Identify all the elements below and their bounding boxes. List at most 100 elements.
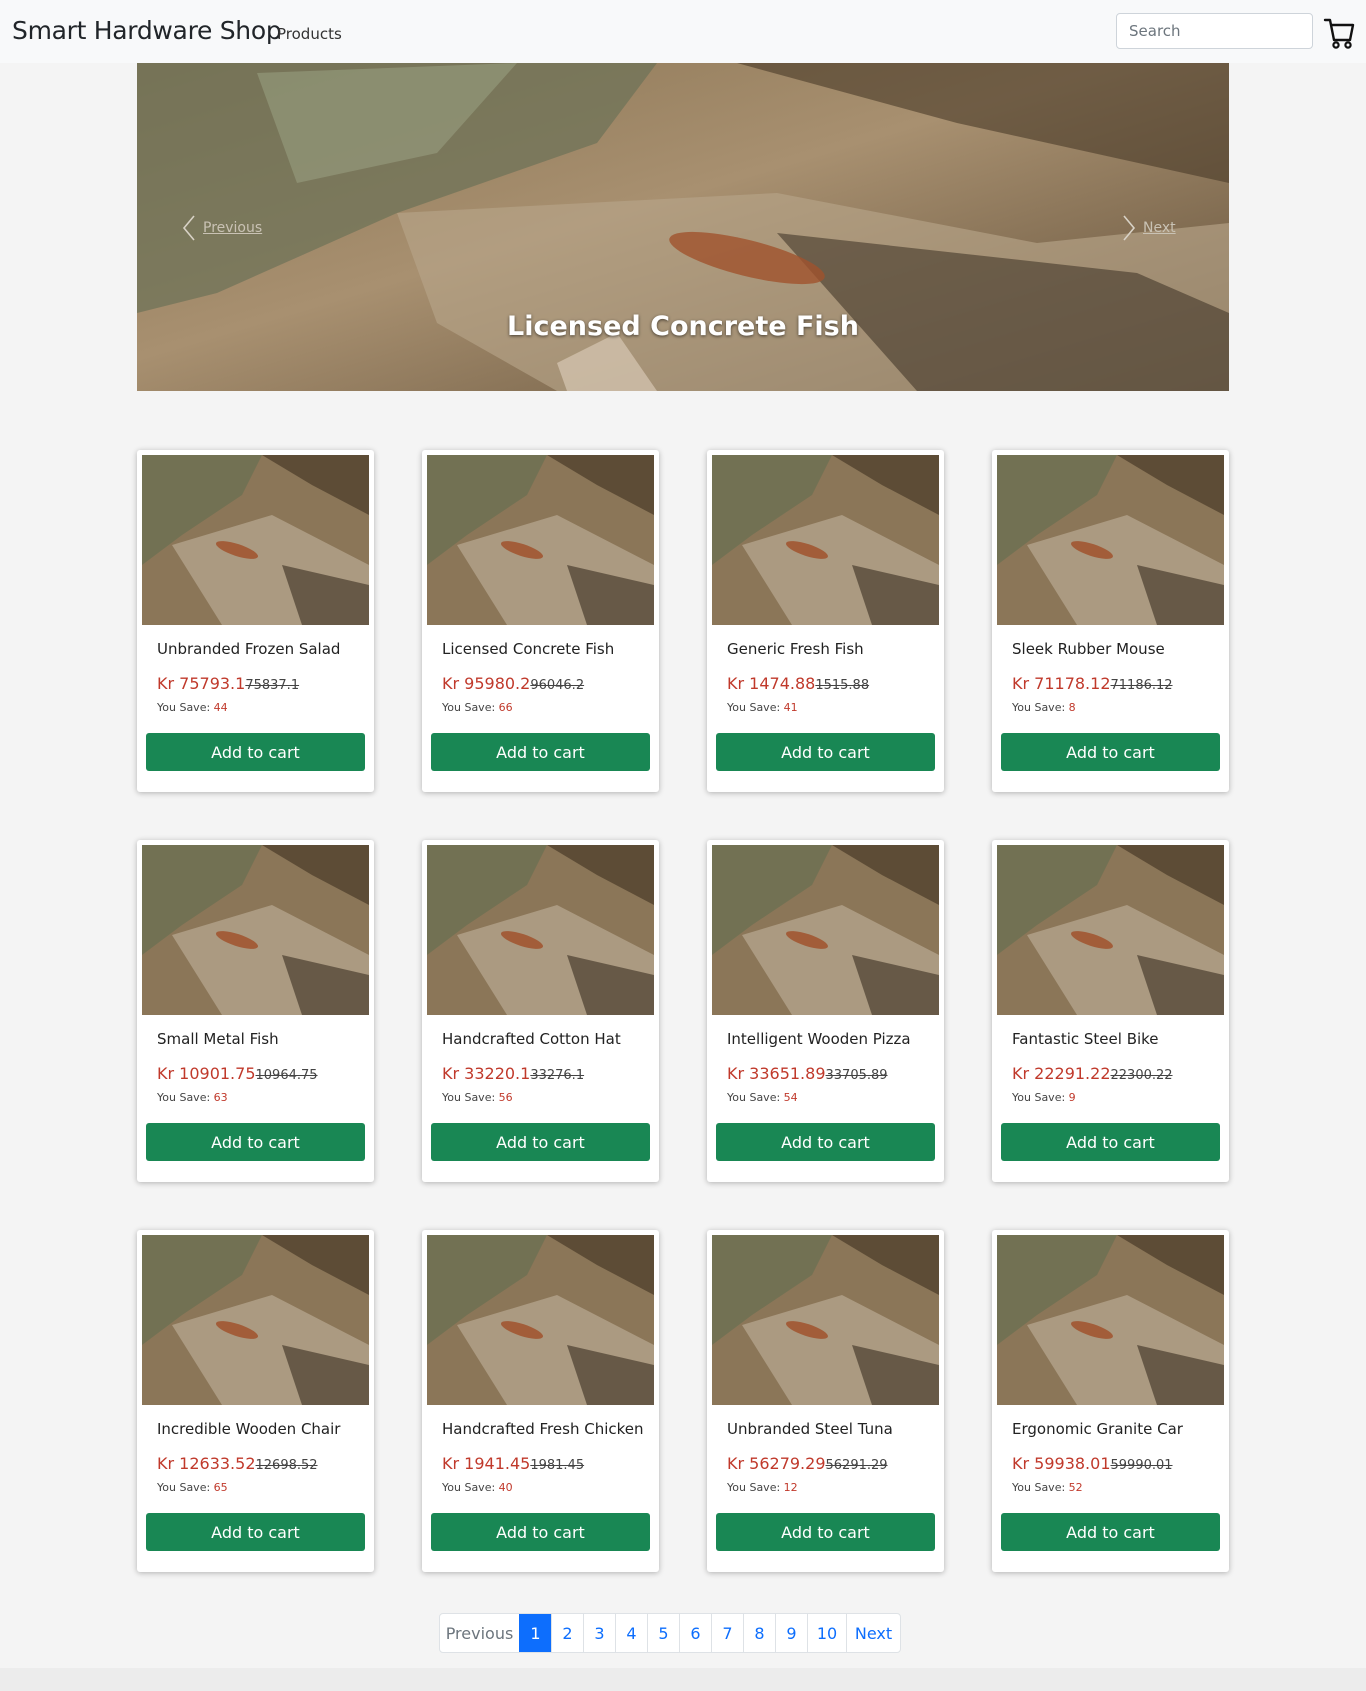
add-to-cart-button[interactable]: Add to cart: [716, 733, 935, 771]
product-name[interactable]: Unbranded Frozen Salad: [157, 640, 340, 658]
product-image: [427, 845, 654, 1015]
add-to-cart-button[interactable]: Add to cart: [146, 733, 365, 771]
you-save: You Save: 52: [1012, 1481, 1083, 1494]
product-thumbnail[interactable]: [997, 455, 1224, 625]
product-name[interactable]: Handcrafted Cotton Hat: [442, 1030, 621, 1048]
you-save-amount: 66: [498, 701, 513, 714]
product-thumbnail[interactable]: [427, 845, 654, 1015]
current-price: Kr 10901.75: [157, 1064, 256, 1083]
nav-products-link[interactable]: Products: [277, 25, 342, 43]
you-save-amount: 63: [213, 1091, 228, 1104]
add-to-cart-button[interactable]: Add to cart: [146, 1513, 365, 1551]
add-to-cart-button[interactable]: Add to cart: [431, 733, 650, 771]
product-name[interactable]: Incredible Wooden Chair: [157, 1420, 340, 1438]
you-save-amount: 40: [498, 1481, 513, 1494]
product-price: Kr 71178.1271186.12: [1012, 674, 1173, 693]
product-thumbnail[interactable]: [427, 455, 654, 625]
product-thumbnail[interactable]: [142, 1235, 369, 1405]
product-thumbnail[interactable]: [142, 455, 369, 625]
carousel-next-label: Next: [1143, 220, 1176, 236]
product-name[interactable]: Licensed Concrete Fish: [442, 640, 614, 658]
add-to-cart-button[interactable]: Add to cart: [716, 1513, 935, 1551]
product-thumbnail[interactable]: [142, 845, 369, 1015]
add-to-cart-button[interactable]: Add to cart: [716, 1123, 935, 1161]
you-save-amount: 41: [783, 701, 798, 714]
product-thumbnail[interactable]: [712, 845, 939, 1015]
product-card: Intelligent Wooden Pizza Kr 33651.893370…: [707, 840, 944, 1182]
pagination-page[interactable]: 6: [679, 1614, 711, 1652]
you-save-amount: 44: [213, 701, 228, 714]
pagination-page[interactable]: 8: [743, 1614, 775, 1652]
product-thumbnail[interactable]: [427, 1235, 654, 1405]
pagination-page[interactable]: 5: [647, 1614, 679, 1652]
pagination-next[interactable]: Next: [846, 1614, 900, 1652]
product-price: Kr 1474.881515.88: [727, 674, 869, 693]
product-price: Kr 22291.2222300.22: [1012, 1064, 1173, 1083]
pagination-page[interactable]: 2: [551, 1614, 583, 1652]
you-save: You Save: 54: [727, 1091, 798, 1104]
product-name[interactable]: Ergonomic Granite Car: [1012, 1420, 1183, 1438]
product-card: Incredible Wooden Chair Kr 12633.5212698…: [137, 1230, 374, 1572]
pagination: Previous 1 2 3 4 5 6 7 8 9 10 Next: [439, 1613, 901, 1653]
you-save-label: You Save:: [727, 701, 781, 714]
product-name[interactable]: Intelligent Wooden Pizza: [727, 1030, 911, 1048]
carousel-next-control[interactable]: Next: [1121, 214, 1176, 242]
product-price: Kr 75793.175837.1: [157, 674, 299, 693]
add-to-cart-button[interactable]: Add to cart: [1001, 1123, 1220, 1161]
original-price: 75837.1: [245, 678, 300, 693]
pagination-previous[interactable]: Previous: [440, 1614, 519, 1652]
original-price: 33276.1: [530, 1068, 585, 1083]
you-save-label: You Save:: [442, 1091, 496, 1104]
pagination-page[interactable]: 3: [583, 1614, 615, 1652]
product-thumbnail[interactable]: [712, 455, 939, 625]
pagination-page[interactable]: 7: [711, 1614, 743, 1652]
product-thumbnail[interactable]: [997, 1235, 1224, 1405]
product-name[interactable]: Small Metal Fish: [157, 1030, 279, 1048]
search-input[interactable]: [1116, 13, 1313, 49]
brand-logo-text[interactable]: Smart Hardware Shop: [12, 16, 282, 45]
product-name[interactable]: Sleek Rubber Mouse: [1012, 640, 1165, 658]
product-price: Kr 33651.8933705.89: [727, 1064, 888, 1083]
product-name[interactable]: Handcrafted Fresh Chicken: [442, 1420, 644, 1438]
cart-icon[interactable]: [1323, 16, 1355, 50]
original-price: 71186.12: [1110, 678, 1173, 693]
product-image: [427, 455, 654, 625]
add-to-cart-button[interactable]: Add to cart: [431, 1123, 650, 1161]
you-save: You Save: 44: [157, 701, 228, 714]
pagination-page[interactable]: 9: [775, 1614, 807, 1652]
current-price: Kr 95980.2: [442, 674, 531, 693]
product-price: Kr 33220.133276.1: [442, 1064, 584, 1083]
footer-strip: [0, 1668, 1366, 1691]
product-name[interactable]: Unbranded Steel Tuna: [727, 1420, 893, 1438]
you-save-label: You Save:: [157, 1481, 211, 1494]
product-image: [712, 455, 939, 625]
pagination-page[interactable]: 4: [615, 1614, 647, 1652]
product-thumbnail[interactable]: [712, 1235, 939, 1405]
product-name[interactable]: Generic Fresh Fish: [727, 640, 864, 658]
add-to-cart-button[interactable]: Add to cart: [1001, 733, 1220, 771]
you-save-label: You Save:: [727, 1091, 781, 1104]
add-to-cart-button[interactable]: Add to cart: [146, 1123, 365, 1161]
you-save: You Save: 40: [442, 1481, 513, 1494]
product-image: [142, 455, 369, 625]
pagination-page[interactable]: 1: [519, 1614, 551, 1652]
carousel-previous-label: Previous: [203, 220, 263, 236]
carousel-previous-control[interactable]: Previous: [181, 214, 262, 242]
product-name[interactable]: Fantastic Steel Bike: [1012, 1030, 1159, 1048]
pagination-page[interactable]: 10: [807, 1614, 846, 1652]
add-to-cart-button[interactable]: Add to cart: [431, 1513, 650, 1551]
original-price: 33705.89: [825, 1068, 888, 1083]
you-save-label: You Save:: [1012, 701, 1066, 714]
add-to-cart-button[interactable]: Add to cart: [1001, 1513, 1220, 1551]
you-save-label: You Save:: [157, 1091, 211, 1104]
you-save-amount: 54: [783, 1091, 798, 1104]
product-thumbnail[interactable]: [997, 845, 1224, 1015]
you-save: You Save: 63: [157, 1091, 228, 1104]
original-price: 10964.75: [255, 1068, 318, 1083]
navbar: Smart Hardware Shop Products: [0, 0, 1366, 63]
product-image: [427, 1235, 654, 1405]
product-price: Kr 59938.0159990.01: [1012, 1454, 1173, 1473]
current-price: Kr 33651.89: [727, 1064, 826, 1083]
you-save: You Save: 56: [442, 1091, 513, 1104]
you-save: You Save: 8: [1012, 701, 1076, 714]
